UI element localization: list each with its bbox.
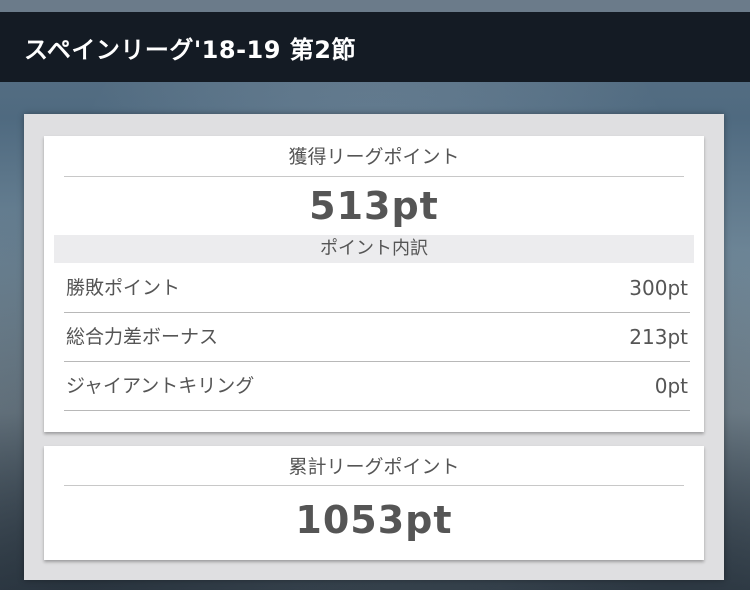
result-panel: 獲得リーグポイント 513pt ポイント内訳 勝敗ポイント 300pt 総合力差… (24, 114, 724, 580)
earned-points-heading: 獲得リーグポイント (288, 146, 460, 168)
breakdown-row-label: ジャイアントキリング (66, 375, 255, 397)
heading-divider (64, 176, 684, 177)
breakdown-row-strength-bonus: 総合力差ボーナス 213pt (64, 313, 690, 362)
total-points-card: 累計リーグポイント 1053pt (44, 446, 704, 560)
breakdown-row-giant-killing: ジャイアントキリング 0pt (64, 362, 690, 411)
breakdown-row-value: 213pt (629, 325, 688, 349)
breakdown-row-label: 勝敗ポイント (66, 277, 181, 299)
heading-divider (64, 485, 684, 486)
top-strip (0, 0, 750, 12)
breakdown-row-value: 0pt (654, 374, 688, 398)
breakdown-heading: ポイント内訳 (54, 235, 694, 263)
breakdown-row-value: 300pt (629, 276, 688, 300)
total-points-value: 1053pt (295, 498, 453, 542)
header-bar: スペインリーグ'18-19 第2節 (0, 12, 750, 82)
breakdown-row-win-loss: 勝敗ポイント 300pt (64, 264, 690, 313)
earned-points-value: 513pt (309, 184, 439, 228)
earned-points-card: 獲得リーグポイント 513pt ポイント内訳 勝敗ポイント 300pt 総合力差… (44, 136, 704, 432)
page-title: スペインリーグ'18-19 第2節 (24, 35, 356, 64)
breakdown-row-label: 総合力差ボーナス (66, 326, 219, 348)
total-points-heading: 累計リーグポイント (288, 456, 460, 478)
